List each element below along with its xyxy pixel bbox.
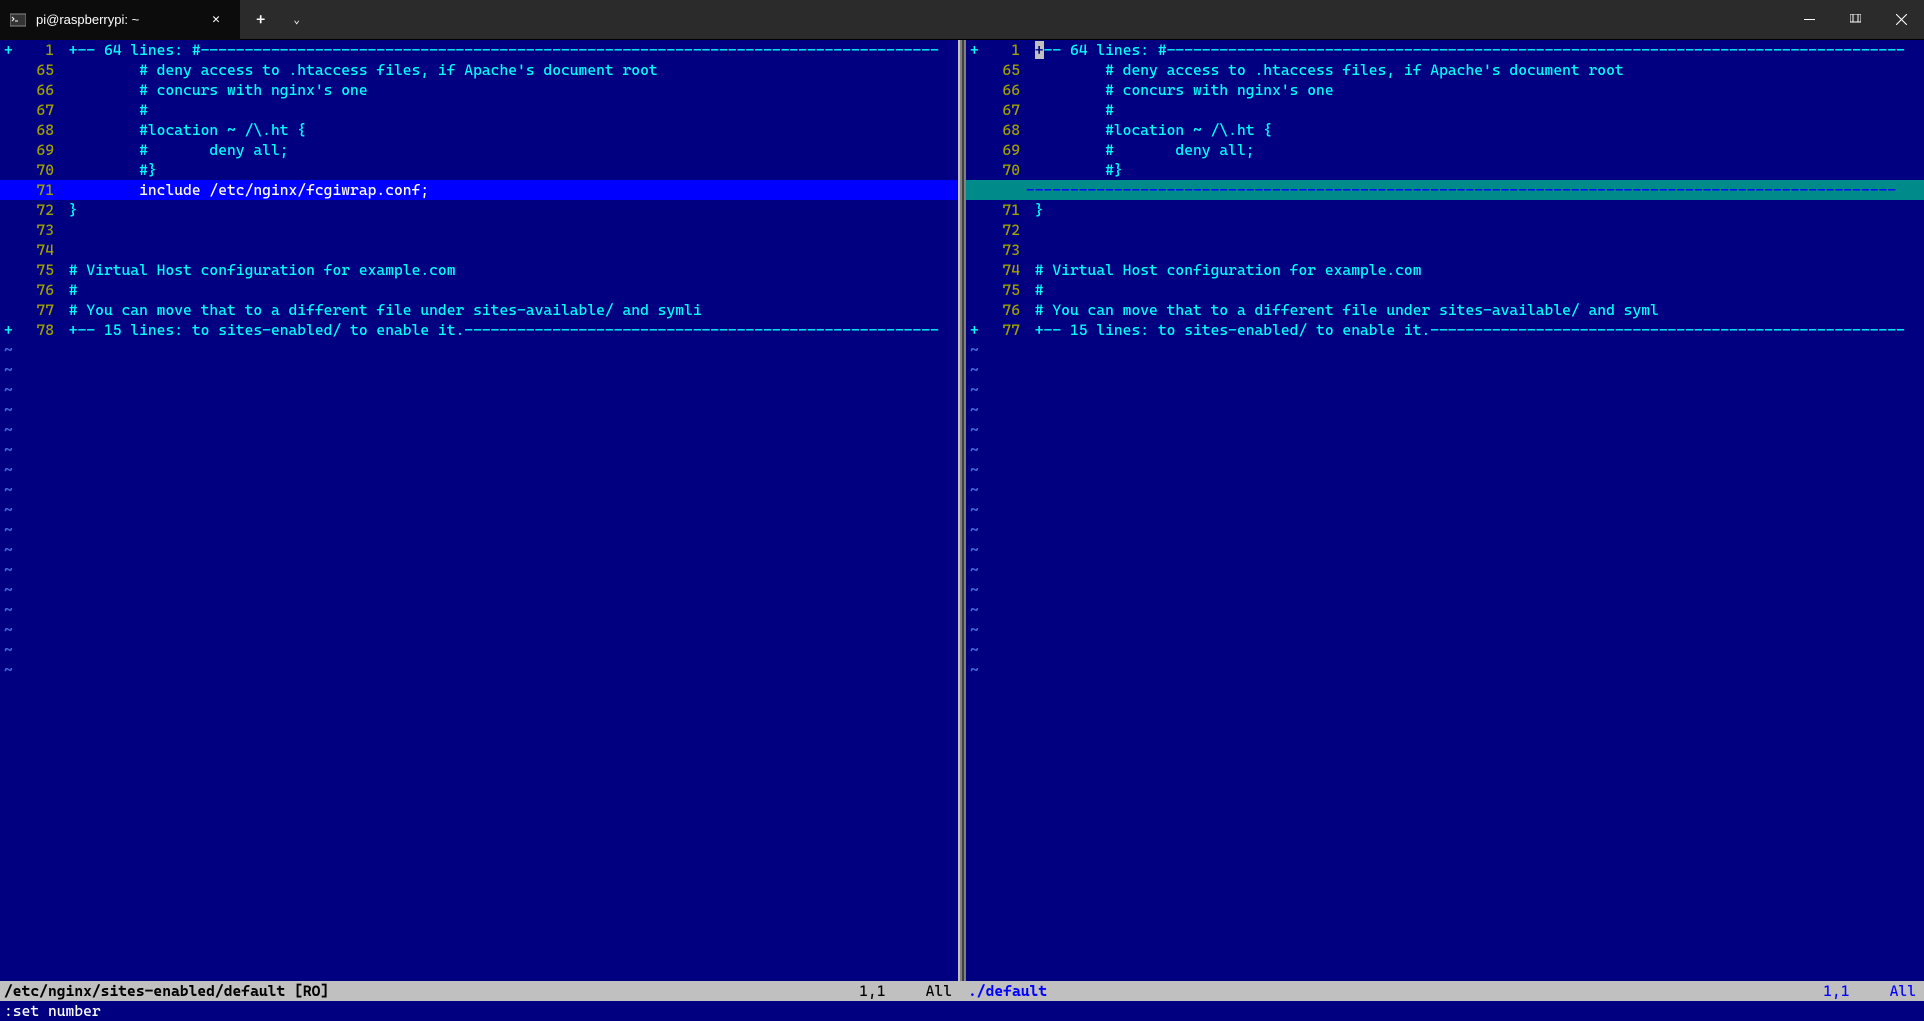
code-line[interactable]: 68 #location ~ /\.ht { [966, 120, 1924, 140]
fold-line[interactable]: + 1 +-- 64 lines: #---------------------… [966, 40, 1924, 60]
empty-line-tilde: ~ [0, 360, 958, 380]
empty-line-tilde: ~ [0, 340, 958, 360]
terminal-tab[interactable]: pi@raspberrypi: ~ ✕ [0, 0, 240, 40]
empty-line-tilde: ~ [966, 560, 1924, 580]
empty-line-tilde: ~ [966, 500, 1924, 520]
empty-line-tilde: ~ [0, 460, 958, 480]
code-line[interactable]: 76 # [0, 280, 958, 300]
code-line[interactable]: 71 } [966, 200, 1924, 220]
code-line[interactable]: 73 [0, 220, 958, 240]
empty-line-tilde: ~ [0, 600, 958, 620]
empty-line-tilde: ~ [0, 420, 958, 440]
code-line[interactable]: 75 # [966, 280, 1924, 300]
code-line[interactable]: 65 # deny access to .htaccess files, if … [966, 60, 1924, 80]
terminal-area[interactable]: + 1 +-- 64 lines: #---------------------… [0, 40, 1924, 1021]
empty-line-tilde: ~ [966, 360, 1924, 380]
empty-line-tilde: ~ [0, 660, 958, 680]
window-controls [1786, 0, 1924, 40]
vim-statusbar: /etc/nginx/sites-enabled/default [RO] 1,… [0, 981, 1924, 1001]
empty-line-tilde: ~ [0, 580, 958, 600]
code-line[interactable]: 75 # Virtual Host configuration for exam… [0, 260, 958, 280]
empty-line-tilde: ~ [966, 660, 1924, 680]
empty-line-tilde: ~ [966, 620, 1924, 640]
empty-line-tilde: ~ [0, 520, 958, 540]
code-line[interactable]: 70 #} [966, 160, 1924, 180]
status-right-pane: ./default 1,1 All [960, 981, 1924, 1001]
code-line[interactable]: 76 # You can move that to a different fi… [966, 300, 1924, 320]
code-line[interactable]: 72 [966, 220, 1924, 240]
status-pct-right: All [1890, 981, 1924, 1001]
empty-line-tilde: ~ [966, 440, 1924, 460]
fold-line[interactable]: + 1 +-- 64 lines: #---------------------… [0, 40, 958, 60]
empty-line-tilde: ~ [0, 440, 958, 460]
new-tab-button[interactable]: + [240, 10, 281, 29]
empty-line-tilde: ~ [0, 500, 958, 520]
window-titlebar: pi@raspberrypi: ~ ✕ + ⌄ [0, 0, 1924, 40]
empty-line-tilde: ~ [966, 640, 1924, 660]
empty-line-tilde: ~ [966, 460, 1924, 480]
empty-line-tilde: ~ [0, 540, 958, 560]
empty-line-tilde: ~ [966, 380, 1924, 400]
empty-line-tilde: ~ [966, 480, 1924, 500]
empty-line-tilde: ~ [0, 480, 958, 500]
code-line[interactable]: 72 } [0, 200, 958, 220]
status-pct-left: All [926, 981, 960, 1001]
status-pos-right: 1,1 [1823, 981, 1889, 1001]
empty-line-tilde: ~ [0, 620, 958, 640]
code-line[interactable]: 74 # Virtual Host configuration for exam… [966, 260, 1924, 280]
code-line[interactable]: 65 # deny access to .htaccess files, if … [0, 60, 958, 80]
code-line[interactable]: 69 # deny all; [966, 140, 1924, 160]
tab-title: pi@raspberrypi: ~ [36, 12, 204, 27]
code-line[interactable]: 67 # [966, 100, 1924, 120]
fold-line[interactable]: + 77 +-- 15 lines: to sites-enabled/ to … [966, 320, 1924, 340]
vim-right-pane[interactable]: + 1 +-- 64 lines: #---------------------… [966, 40, 1924, 981]
empty-line-tilde: ~ [0, 560, 958, 580]
empty-line-tilde: ~ [966, 400, 1924, 420]
empty-line-tilde: ~ [966, 520, 1924, 540]
vim-left-pane[interactable]: + 1 +-- 64 lines: #---------------------… [0, 40, 960, 981]
tab-close-button[interactable]: ✕ [204, 8, 228, 31]
code-line[interactable]: 74 [0, 240, 958, 260]
close-button[interactable] [1878, 0, 1924, 40]
empty-line-tilde: ~ [966, 540, 1924, 560]
code-line[interactable]: 77 # You can move that to a different fi… [0, 300, 958, 320]
status-file-right: ./default [968, 981, 1823, 1001]
code-line[interactable]: 71 include /etc/nginx/fcgiwrap.conf; [0, 180, 958, 200]
vim-command-line[interactable]: :set number [0, 1001, 1924, 1021]
maximize-button[interactable] [1832, 0, 1878, 40]
code-line[interactable]: 69 # deny all; [0, 140, 958, 160]
empty-line-tilde: ~ [0, 640, 958, 660]
empty-line-tilde: ~ [966, 420, 1924, 440]
tab-dropdown-button[interactable]: ⌄ [281, 13, 312, 26]
status-file-left: /etc/nginx/sites-enabled/default [RO] [4, 981, 859, 1001]
code-line[interactable]: 73 [966, 240, 1924, 260]
status-pos-left: 1,1 [859, 981, 925, 1001]
vim-split-panes: + 1 +-- 64 lines: #---------------------… [0, 40, 1924, 981]
empty-line-tilde: ~ [966, 580, 1924, 600]
fold-line[interactable]: + 78 +-- 15 lines: to sites-enabled/ to … [0, 320, 958, 340]
code-line[interactable]: 70 #} [0, 160, 958, 180]
empty-line-tilde: ~ [0, 400, 958, 420]
terminal-icon [10, 12, 26, 28]
status-left-pane: /etc/nginx/sites-enabled/default [RO] 1,… [0, 981, 960, 1001]
code-line[interactable]: 67 # [0, 100, 958, 120]
code-line[interactable]: 66 # concurs with nginx's one [0, 80, 958, 100]
empty-line-tilde: ~ [966, 600, 1924, 620]
diff-deleted-line: ----------------------------------------… [966, 180, 1924, 200]
empty-line-tilde: ~ [966, 340, 1924, 360]
code-line[interactable]: 68 #location ~ /\.ht { [0, 120, 958, 140]
minimize-button[interactable] [1786, 0, 1832, 40]
empty-line-tilde: ~ [0, 380, 958, 400]
code-line[interactable]: 66 # concurs with nginx's one [966, 80, 1924, 100]
